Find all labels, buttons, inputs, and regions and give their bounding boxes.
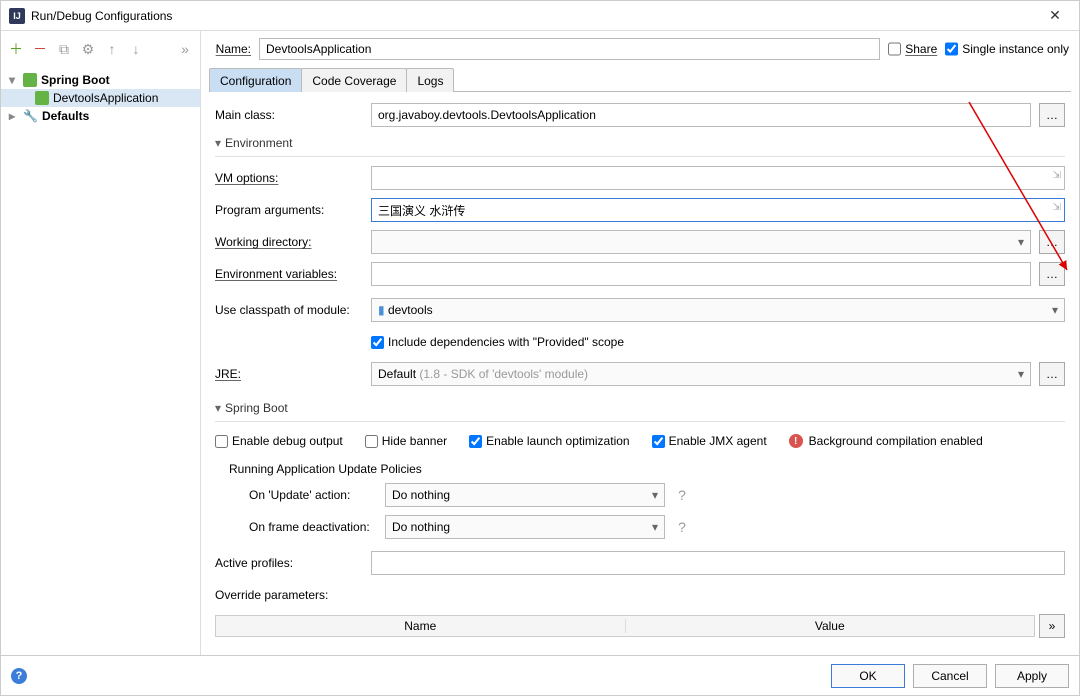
spring-boot-icon: [23, 73, 37, 87]
wrench-icon: 🔧: [23, 109, 38, 123]
move-up-icon[interactable]: ↑: [103, 40, 121, 58]
enable-launch-opt-checkbox[interactable]: Enable launch optimization: [469, 434, 629, 448]
enable-jmx-checkbox[interactable]: Enable JMX agent: [652, 434, 767, 448]
on-frame-label: On frame deactivation:: [229, 520, 377, 534]
move-down-icon[interactable]: ↓: [127, 40, 145, 58]
config-tree: ▾ Spring Boot DevtoolsApplication ▸ 🔧 De…: [1, 67, 200, 655]
working-dir-select[interactable]: ▾: [371, 230, 1031, 254]
spring-boot-icon: [35, 91, 49, 105]
on-update-label: On 'Update' action:: [229, 488, 377, 502]
tab-logs[interactable]: Logs: [406, 68, 454, 92]
expand-field-icon[interactable]: ⇲: [1053, 170, 1061, 181]
sidebar: ＋ － ⧉ ⚙ ↑ ↓ » ▾ Spring Boot DevtoolsAppl…: [1, 31, 201, 655]
update-policies-label: Running Application Update Policies: [229, 462, 1065, 476]
expand-field-icon[interactable]: ⇲: [1053, 202, 1061, 213]
main-class-input[interactable]: [371, 103, 1031, 127]
apply-button[interactable]: Apply: [995, 664, 1069, 688]
on-frame-select[interactable]: Do nothing▾: [385, 515, 665, 539]
classpath-select[interactable]: ▮ devtools▾: [371, 298, 1065, 322]
main-class-label: Main class:: [215, 108, 363, 122]
tabs: Configuration Code Coverage Logs: [209, 67, 1071, 92]
divider: [215, 421, 1065, 422]
tree-spring-boot[interactable]: ▾ Spring Boot: [1, 71, 200, 89]
chevron-down-icon: ▾: [215, 136, 221, 150]
background-compile-warning: !Background compilation enabled: [789, 434, 983, 448]
jre-select[interactable]: Default (1.8 - SDK of 'devtools' module)…: [371, 362, 1031, 386]
single-instance-checkbox[interactable]: Single instance only: [945, 38, 1069, 60]
hide-banner-checkbox[interactable]: Hide banner: [365, 434, 447, 448]
sidebar-toolbar: ＋ － ⧉ ⚙ ↑ ↓ »: [1, 31, 200, 67]
jre-browse-button[interactable]: …: [1039, 362, 1065, 386]
main-class-browse-button[interactable]: …: [1039, 103, 1065, 127]
tab-content: Main class: … ▾Environment VM options: ⇲…: [201, 92, 1079, 655]
chevron-down-icon: ▾: [9, 73, 19, 87]
tree-defaults[interactable]: ▸ 🔧 Defaults: [1, 107, 200, 125]
close-icon[interactable]: ✕: [1039, 7, 1071, 24]
chevron-right-icon: ▸: [9, 109, 19, 123]
environment-section[interactable]: ▾Environment: [215, 136, 1065, 150]
warning-icon: !: [789, 434, 803, 448]
cancel-button[interactable]: Cancel: [913, 664, 987, 688]
override-params-expand-button[interactable]: »: [1039, 614, 1065, 638]
app-logo-icon: IJ: [9, 8, 25, 24]
name-input[interactable]: [259, 38, 880, 60]
active-profiles-input[interactable]: [371, 551, 1065, 575]
on-update-select[interactable]: Do nothing▾: [385, 483, 665, 507]
tree-label: Defaults: [42, 109, 89, 123]
env-vars-input[interactable]: [371, 262, 1031, 286]
help-icon[interactable]: ?: [673, 518, 691, 536]
active-profiles-label: Active profiles:: [215, 556, 363, 570]
springboot-section[interactable]: ▾Spring Boot: [215, 401, 1065, 415]
titlebar: IJ Run/Debug Configurations ✕: [1, 1, 1079, 31]
help-button[interactable]: ?: [11, 668, 27, 684]
classpath-label: Use classpath of module:: [215, 303, 363, 317]
tab-code-coverage[interactable]: Code Coverage: [301, 68, 407, 92]
main-panel: Name: Share Single instance only Configu…: [201, 31, 1079, 655]
window-title: Run/Debug Configurations: [31, 9, 1039, 23]
tree-label: Spring Boot: [41, 73, 110, 87]
override-params-label: Override parameters:: [215, 588, 363, 602]
program-args-input[interactable]: [371, 198, 1065, 222]
program-args-label: Program arguments:: [215, 203, 363, 217]
remove-config-icon[interactable]: －: [31, 40, 49, 58]
working-dir-browse-button[interactable]: …: [1039, 230, 1065, 254]
table-header-name: Name: [216, 619, 626, 633]
working-dir-label: Working directory:: [215, 235, 363, 249]
share-checkbox[interactable]: Share: [888, 38, 937, 60]
expand-icon[interactable]: »: [176, 40, 194, 58]
springboot-options-row: Enable debug output Hide banner Enable l…: [215, 430, 1065, 452]
vm-options-label: VM options:: [215, 171, 363, 185]
add-config-icon[interactable]: ＋: [7, 40, 25, 58]
name-row: Name: Share Single instance only: [201, 31, 1079, 67]
vm-options-input[interactable]: [371, 166, 1065, 190]
include-provided-checkbox[interactable]: Include dependencies with "Provided" sco…: [371, 335, 624, 349]
divider: [215, 156, 1065, 157]
tab-configuration[interactable]: Configuration: [209, 68, 302, 92]
override-params-table: Name Value: [215, 615, 1035, 637]
env-vars-browse-button[interactable]: …: [1039, 262, 1065, 286]
table-header-value: Value: [626, 619, 1035, 633]
jre-label: JRE:: [215, 367, 363, 381]
env-vars-label: Environment variables:: [215, 267, 363, 281]
tree-devtools-app[interactable]: DevtoolsApplication: [1, 89, 200, 107]
name-label: Name:: [207, 42, 251, 56]
dialog-footer: ? OK Cancel Apply: [1, 655, 1079, 695]
settings-icon[interactable]: ⚙: [79, 40, 97, 58]
chevron-down-icon: ▾: [215, 401, 221, 415]
help-icon[interactable]: ?: [673, 486, 691, 504]
ok-button[interactable]: OK: [831, 664, 905, 688]
copy-config-icon[interactable]: ⧉: [55, 40, 73, 58]
tree-label: DevtoolsApplication: [53, 91, 158, 105]
enable-debug-checkbox[interactable]: Enable debug output: [215, 434, 343, 448]
